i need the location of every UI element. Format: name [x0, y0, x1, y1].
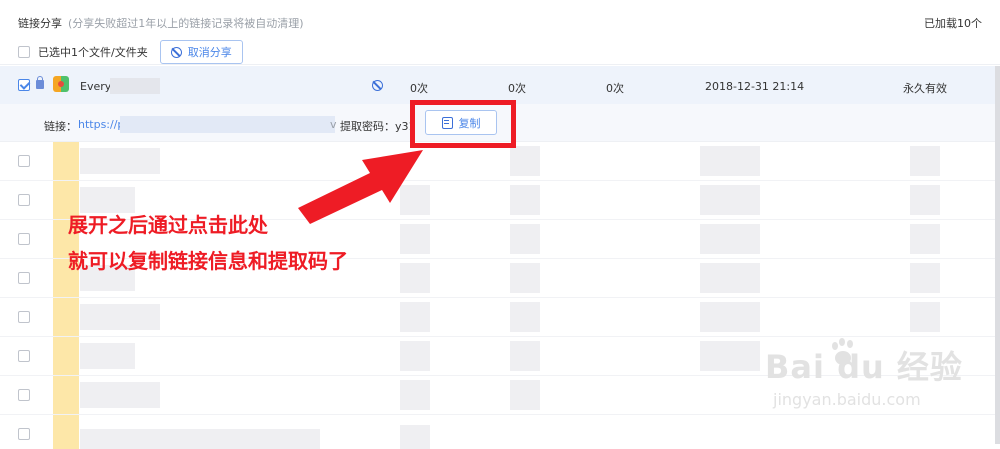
table-row[interactable]: [0, 298, 995, 337]
annotation-arrow: [298, 150, 423, 224]
lock-icon: [36, 76, 44, 89]
share-header: 链接分享 (分享失败超过1年以上的链接记录将被自动清理) 已加载10个 已选中1个…: [0, 0, 1000, 65]
blurred-cell: [700, 146, 760, 176]
row-checkbox[interactable]: [18, 350, 30, 362]
blurred-cell: [510, 263, 540, 293]
cancel-share-label: 取消分享: [187, 46, 232, 59]
blurred-cell: [700, 224, 760, 254]
paw-icon: [832, 338, 853, 365]
blurred-cell: [510, 146, 540, 176]
title-text: 链接分享: [18, 17, 62, 30]
blurred-cell: [700, 302, 760, 332]
blurred-cell: [400, 341, 430, 371]
blurred-cell: [80, 343, 135, 369]
blurred-cell: [910, 146, 940, 176]
validity: 永久有效: [903, 82, 947, 95]
row-checkbox[interactable]: [18, 311, 30, 323]
blurred-cell: [700, 263, 760, 293]
blurred-cell: [80, 148, 160, 174]
row-checkbox[interactable]: [18, 428, 30, 440]
blurred-cell: [700, 185, 760, 215]
blurred-cell: [910, 185, 940, 215]
link-tail: v: [330, 118, 337, 131]
share-date: 2018-12-31 21:14: [705, 80, 805, 93]
row-checkbox[interactable]: [18, 155, 30, 167]
loaded-count: 已加载10个: [924, 17, 982, 30]
scrollbar[interactable]: [995, 66, 1000, 444]
blurred-cell: [80, 304, 160, 330]
table-row[interactable]: [0, 415, 995, 449]
table-row-selected[interactable]: Every 0次 0次 0次 2018-12-31 21:14 永久有效: [0, 66, 995, 104]
row-checkbox[interactable]: [18, 79, 30, 91]
row-checkbox[interactable]: [18, 272, 30, 284]
highlight-box: [410, 100, 516, 148]
row-checkbox[interactable]: [18, 389, 30, 401]
blurred-cell: [400, 380, 430, 410]
blurred-cell: [510, 380, 540, 410]
file-name[interactable]: Every: [80, 80, 111, 93]
blurred-link: [120, 116, 335, 133]
blurred-cell: [510, 185, 540, 215]
blurred-cell: [700, 341, 760, 371]
baidu-jingyan-watermark: Bai du 经验 jingyan.baidu.com: [765, 338, 963, 409]
blurred-cell: [80, 382, 160, 408]
share-link[interactable]: https://p: [78, 118, 124, 131]
download-count: 0次: [606, 82, 624, 95]
blurred-cell: [400, 263, 430, 293]
title-subtitle: (分享失败超过1年以上的链接记录将被自动清理): [68, 17, 304, 30]
blurred-cell: [510, 341, 540, 371]
cancel-share-button[interactable]: 取消分享: [159, 40, 243, 64]
selected-count-text: 已选中1个文件/文件夹: [38, 46, 148, 59]
selection-bar: 已选中1个文件/文件夹 取消分享: [18, 40, 243, 64]
row-checkbox[interactable]: [18, 194, 30, 206]
page-title: 链接分享 (分享失败超过1年以上的链接记录将被自动清理): [18, 15, 304, 31]
watermark-url: jingyan.baidu.com: [773, 390, 921, 409]
extract-password: 提取密码：y31: [340, 120, 416, 133]
link-label: 链接：: [44, 120, 77, 133]
row-checkbox[interactable]: [18, 233, 30, 245]
app-file-icon: [53, 76, 69, 92]
blurred-cell: [80, 429, 320, 449]
blurred-cell: [910, 302, 940, 332]
annotation-line-2: 就可以复制链接信息和提取码了: [68, 249, 348, 273]
blurred-cell: [510, 302, 540, 332]
blurred-cell: [400, 302, 430, 332]
blurred-cell: [510, 224, 540, 254]
annotation-line-1: 展开之后通过点击此处: [68, 213, 268, 237]
ban-icon: [170, 46, 182, 58]
save-count: 0次: [508, 82, 526, 95]
blurred-cell: [910, 224, 940, 254]
blurred-cell: [400, 224, 430, 254]
blurred-cell: [400, 425, 430, 449]
blurred-filename: [110, 78, 160, 94]
view-count: 0次: [410, 82, 428, 95]
select-all-checkbox[interactable]: [18, 46, 30, 58]
watermark-brand: Bai du 经验: [765, 348, 963, 386]
ban-icon[interactable]: [372, 80, 383, 91]
blurred-cell: [910, 263, 940, 293]
